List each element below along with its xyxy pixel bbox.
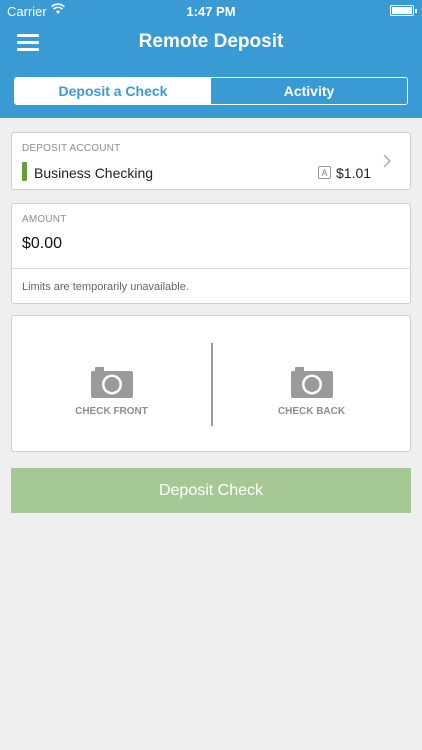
account-name: Business Checking <box>34 165 154 181</box>
account-badge: A <box>318 166 331 179</box>
check-front-capture[interactable]: CHECK FRONT <box>12 316 211 451</box>
tab-deposit-a-check[interactable]: Deposit a Check <box>15 78 211 104</box>
camera-icon <box>290 367 333 398</box>
battery-icon <box>390 5 417 16</box>
app-header: Carrier 1:47 PM Remote Deposit Deposit a… <box>0 0 422 118</box>
status-bar: Carrier 1:47 PM <box>0 0 422 22</box>
check-front-label: CHECK FRONT <box>75 406 148 417</box>
tab-activity[interactable]: Activity <box>211 78 407 104</box>
deposit-account-selector[interactable]: DEPOSIT ACCOUNT Business Checking A $1.0… <box>11 132 411 190</box>
page-title: Remote Deposit <box>138 31 284 52</box>
limits-message: Limits are temporarily unavailable. <box>22 281 189 293</box>
chevron-right-icon <box>383 154 392 168</box>
check-images-card: CHECK FRONT CHECK BACK <box>11 315 411 452</box>
camera-icon <box>90 367 133 398</box>
check-back-label: CHECK BACK <box>277 406 346 417</box>
amount-input[interactable]: $0.00 <box>22 235 62 253</box>
amount-card: AMOUNT $0.00 Limits are temporarily unav… <box>11 203 411 304</box>
deposit-check-button[interactable]: Deposit Check <box>11 468 411 513</box>
amount-label: AMOUNT <box>22 214 67 225</box>
check-back-capture[interactable]: CHECK BACK <box>212 316 411 451</box>
deposit-account-label: DEPOSIT ACCOUNT <box>22 143 121 154</box>
segmented-tabs: Deposit a Check Activity <box>14 77 408 105</box>
account-color-indicator <box>22 162 27 181</box>
divider <box>12 268 410 269</box>
status-time: 1:47 PM <box>186 4 236 19</box>
account-balance: $1.01 <box>336 165 372 181</box>
